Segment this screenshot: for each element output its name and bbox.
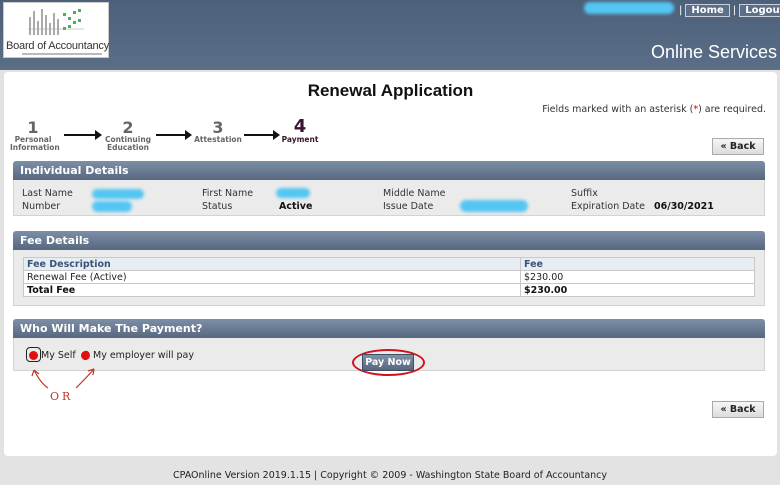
nav-separator: |: [679, 4, 683, 16]
employer-option-label: My employer will pay: [93, 350, 194, 361]
step-attestation: 3 Attestation: [194, 118, 242, 144]
table-row: Renewal Fee (Active) $230.00: [23, 270, 755, 284]
footer: CPAOnline Version 2019.1.15 | Copyright …: [172, 470, 608, 481]
step-arrow-icon: [156, 130, 192, 140]
fee-table-header-row: Fee Description Fee: [23, 257, 755, 271]
logo-graphic-icon: [28, 9, 84, 35]
first-name-label: First Name: [202, 188, 254, 199]
step-indicator: 1 Personal Information 2 Continuing Educ…: [4, 118, 344, 154]
issue-date-label: Issue Date: [383, 201, 434, 212]
middle-name-label: Middle Name: [383, 188, 446, 199]
annotation-or-text: OR: [50, 390, 74, 403]
redacted-last-name: [92, 189, 144, 199]
total-row: Total Fee $230.00: [23, 283, 755, 297]
back-button-bottom[interactable]: « Back: [712, 401, 764, 418]
last-name-label: Last Name: [22, 188, 73, 199]
redacted-issue-date: [460, 200, 528, 212]
total-fee-value: $230.00: [520, 283, 755, 297]
self-radio-button[interactable]: [29, 351, 38, 360]
employer-radio-button[interactable]: [79, 349, 92, 362]
logo-text: Board of Accountancy: [6, 40, 110, 52]
fee-details-body: Fee Description Fee Renewal Fee (Active)…: [13, 250, 765, 306]
logo-tagline: [22, 53, 102, 55]
logout-link[interactable]: Logout: [739, 3, 780, 17]
status-label: Status: [202, 201, 233, 212]
fee-table: Fee Description Fee Renewal Fee (Active)…: [23, 257, 755, 297]
redacted-first-name: [276, 188, 310, 198]
top-nav: | Home | Logout: [676, 3, 780, 17]
redacted-username: [584, 2, 674, 14]
pay-now-button[interactable]: Pay Now: [362, 354, 414, 371]
individual-details-body: Last Name First Name Middle Name Suffix …: [13, 180, 765, 216]
fee-details-header: Fee Details: [13, 231, 765, 250]
home-link[interactable]: Home: [685, 3, 730, 17]
board-logo[interactable]: Board of Accountancy: [3, 2, 109, 58]
self-option-label: My Self: [41, 350, 76, 361]
site-header: Board of Accountancy | Home | Logout Onl…: [0, 0, 780, 70]
step-continuing-education: 2 Continuing Education: [104, 118, 152, 152]
individual-details-header: Individual Details: [13, 161, 765, 180]
payment-option-self[interactable]: My Self: [29, 350, 76, 361]
step-arrow-icon: [244, 130, 280, 140]
number-label: Number: [22, 201, 61, 212]
main-panel: Renewal Application Fields marked with a…: [4, 72, 777, 456]
expiration-date-label: Expiration Date: [571, 201, 645, 212]
site-title: Online Services: [650, 42, 777, 62]
payment-header: Who Will Make The Payment?: [13, 319, 765, 338]
step-payment: 4 Payment: [281, 116, 319, 144]
fee-amount-cell: $230.00: [520, 270, 755, 284]
nav-separator: |: [732, 4, 737, 16]
expiration-date-value: 06/30/2021: [654, 201, 714, 212]
fee-description-cell: Renewal Fee (Active): [23, 270, 521, 284]
step-arrow-icon: [64, 130, 102, 140]
page-title: Renewal Application: [307, 81, 474, 100]
fee-description-column: Fee Description: [23, 257, 521, 271]
status-value: Active: [279, 201, 313, 212]
required-note: Fields marked with an asterisk (*) are r…: [542, 104, 766, 115]
total-fee-label: Total Fee: [23, 283, 521, 297]
payment-option-employer[interactable]: My employer will pay: [79, 349, 194, 362]
suffix-label: Suffix: [571, 188, 598, 199]
back-button-top[interactable]: « Back: [712, 138, 764, 155]
fee-column: Fee: [520, 257, 755, 271]
step-personal-information: 1 Personal Information: [10, 118, 60, 152]
redacted-number: [92, 201, 132, 212]
